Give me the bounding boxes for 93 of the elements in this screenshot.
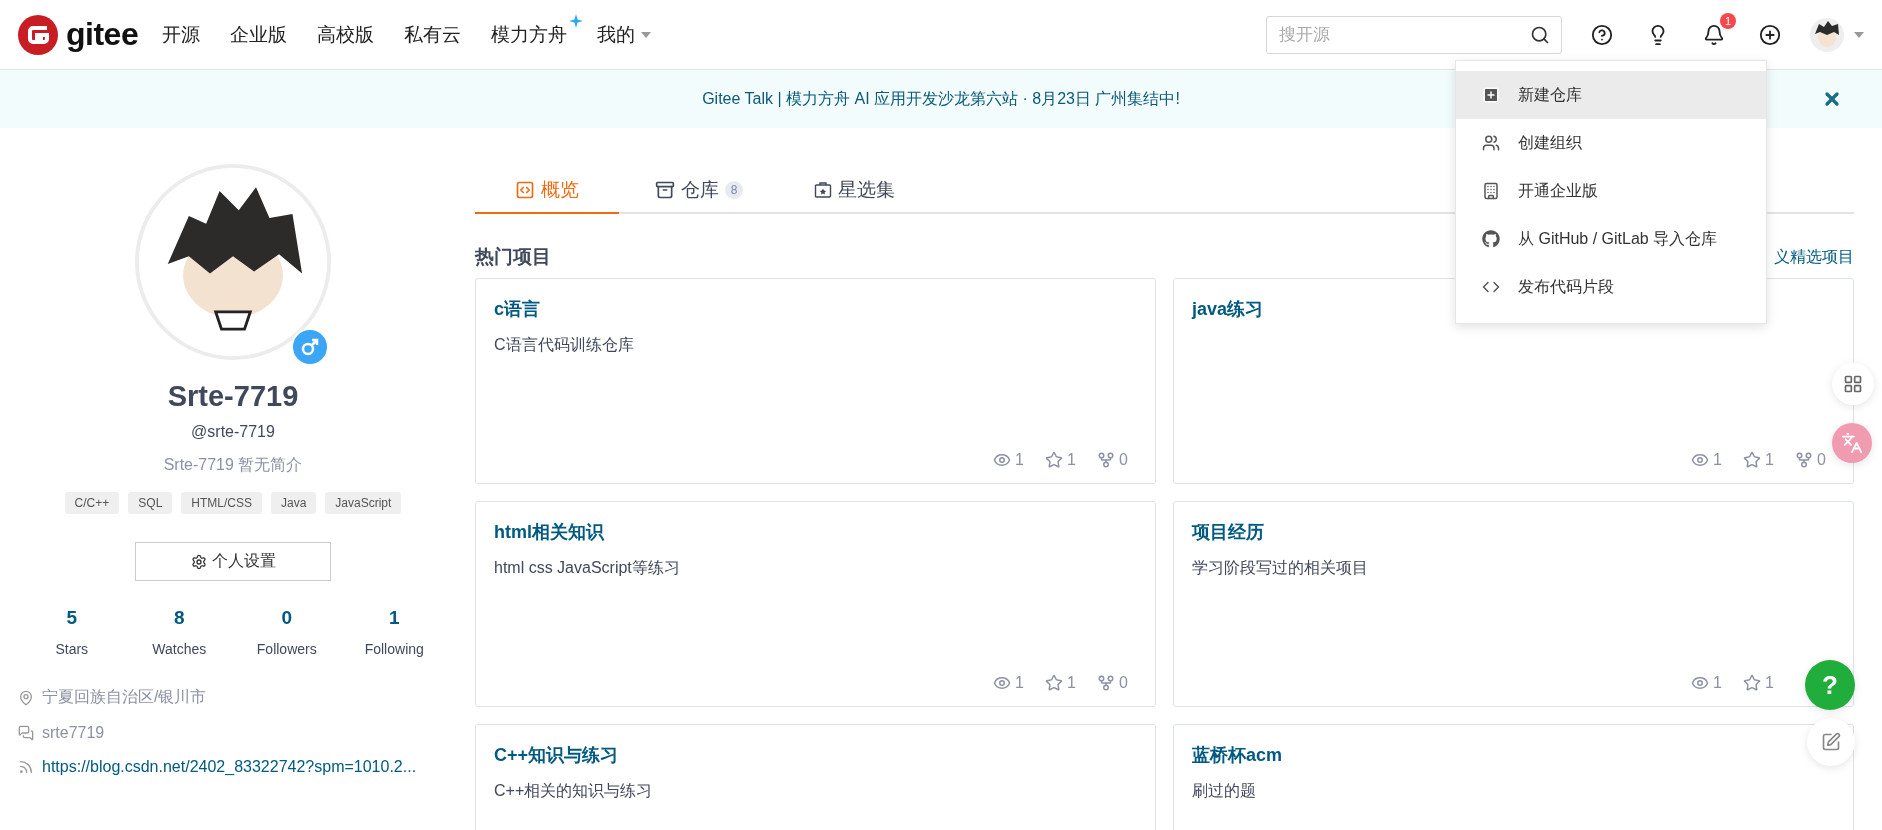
eye-icon — [1691, 674, 1709, 692]
stat-value: 1 — [1067, 674, 1076, 692]
project-description: 刷过的题 — [1192, 781, 1257, 801]
user-bio: Srte-7719 暂无简介 — [163, 455, 303, 475]
project-description: 学习阶段写过的相关项目 — [1192, 558, 1369, 578]
feedback-icon[interactable] — [1807, 718, 1855, 766]
stat-label: Stars — [55, 641, 89, 657]
chat-icon — [18, 725, 34, 741]
building-icon — [1482, 182, 1500, 200]
nav-link[interactable]: 我的 — [597, 21, 652, 48]
project-title[interactable]: c语言 — [494, 297, 540, 321]
nav-link[interactable]: 私有云 — [404, 21, 462, 48]
eye-icon — [1691, 451, 1709, 469]
section-title: 热门项目 — [475, 245, 551, 269]
menu-item[interactable]: 发布代码片段 — [1456, 263, 1766, 311]
project-title[interactable]: java练习 — [1192, 297, 1264, 321]
stat-value: 1 — [1765, 451, 1774, 469]
stat-value: 0 — [1119, 451, 1128, 469]
project-description: C++相关的知识与练习 — [494, 781, 654, 801]
users-icon — [1482, 134, 1500, 152]
user-name: Srte-7719 — [167, 380, 299, 413]
eye-icon — [993, 451, 1011, 469]
project-title[interactable]: 蓝桥杯acm — [1192, 743, 1283, 767]
customize-link[interactable]: 义精选项目 — [1774, 246, 1854, 268]
project-title[interactable]: C++知识与练习 — [494, 743, 619, 767]
blog-link[interactable]: https://blog.csdn.net/2402_83322742?spm=1010.2... — [42, 758, 417, 776]
nav-link[interactable]: 企业版 — [230, 21, 288, 48]
project-description: C语言代码训练仓库 — [494, 335, 635, 355]
star-icon — [1743, 674, 1761, 692]
rss-icon — [18, 759, 34, 775]
stat-value: 1 — [1713, 451, 1722, 469]
stat-value: 0 — [1119, 674, 1128, 692]
stat-label: Watches — [152, 641, 207, 657]
skill-tag: JavaScript — [325, 492, 402, 514]
stat-count[interactable]: 0 — [281, 607, 293, 629]
location-icon — [18, 689, 34, 706]
sparkle-icon — [569, 13, 584, 28]
skill-tag: SQL — [128, 492, 173, 514]
skill-tag: Java — [271, 492, 317, 514]
stat-value: 1 — [1015, 674, 1024, 692]
search-icon[interactable] — [1530, 24, 1550, 45]
stat-label: Following — [364, 641, 424, 657]
project-title[interactable]: 项目经历 — [1192, 520, 1264, 544]
stat-value: 1 — [1765, 674, 1774, 692]
skill-tag: HTML/CSS — [181, 492, 262, 514]
plus-square-icon — [1482, 86, 1500, 104]
star-box-icon — [813, 181, 832, 199]
nav-link[interactable]: 高校版 — [317, 21, 375, 48]
nav-link[interactable]: 开源 — [162, 21, 201, 48]
repo-count: 8 — [724, 181, 744, 199]
profile-tab[interactable]: 仓库 8 — [619, 168, 779, 214]
project-title[interactable]: html相关知识 — [494, 520, 604, 544]
user-handle: @srte-7719 — [191, 423, 275, 441]
github-icon — [1482, 230, 1500, 248]
menu-item[interactable]: 创建组织 — [1456, 119, 1766, 167]
caret-icon[interactable] — [1854, 31, 1864, 38]
code-window-icon — [515, 180, 535, 200]
close-icon[interactable] — [1822, 89, 1842, 109]
menu-item[interactable]: 新建仓库 — [1456, 71, 1766, 119]
settings-button[interactable]: 个人设置 — [135, 542, 331, 581]
stat-value: 0 — [1817, 451, 1826, 469]
fork-icon — [1097, 451, 1115, 469]
stat-value: 1 — [1067, 451, 1076, 469]
stat-count[interactable]: 5 — [66, 607, 78, 629]
profile-tab[interactable]: 星选集 — [779, 168, 929, 214]
logo-icon[interactable] — [18, 14, 58, 55]
star-icon — [1045, 674, 1063, 692]
profile-info: srte7719 — [42, 724, 105, 742]
caret-icon — [641, 31, 652, 38]
nav-link[interactable]: 模力方舟 — [491, 21, 568, 48]
fork-icon — [1795, 451, 1813, 469]
logo-text[interactable]: gitee — [66, 16, 139, 53]
eye-icon — [993, 674, 1011, 692]
star-icon — [1743, 451, 1761, 469]
fork-icon — [1097, 674, 1115, 692]
banner-text[interactable]: Gitee Talk | 模力方舟 AI 应用开发沙龙第六站 · 8月23日 广州集结中! — [702, 88, 1180, 110]
stat-count[interactable]: 1 — [388, 607, 400, 629]
skill-tag: C/C++ — [64, 492, 120, 514]
apps-icon[interactable] — [1832, 363, 1874, 405]
menu-item[interactable]: 开通企业版 — [1456, 167, 1766, 215]
search-field[interactable]: 搜开源 — [1266, 15, 1562, 54]
project-description: html css JavaScript等练习 — [494, 558, 681, 578]
stat-count[interactable]: 8 — [173, 607, 185, 629]
star-icon — [1045, 451, 1063, 469]
stat-value: 1 — [1015, 451, 1024, 469]
stat-value: 1 — [1713, 674, 1722, 692]
settings-icon — [190, 553, 207, 570]
notification-badge: 1 — [1720, 12, 1736, 29]
profile-info: 宁夏回族自治区/银川市 — [42, 687, 207, 707]
menu-item[interactable]: 从 GitHub / GitLab 导入仓库 — [1456, 215, 1766, 263]
archive-icon — [654, 180, 675, 200]
user-avatar[interactable] — [1810, 17, 1844, 52]
stat-label: Followers — [256, 641, 317, 657]
